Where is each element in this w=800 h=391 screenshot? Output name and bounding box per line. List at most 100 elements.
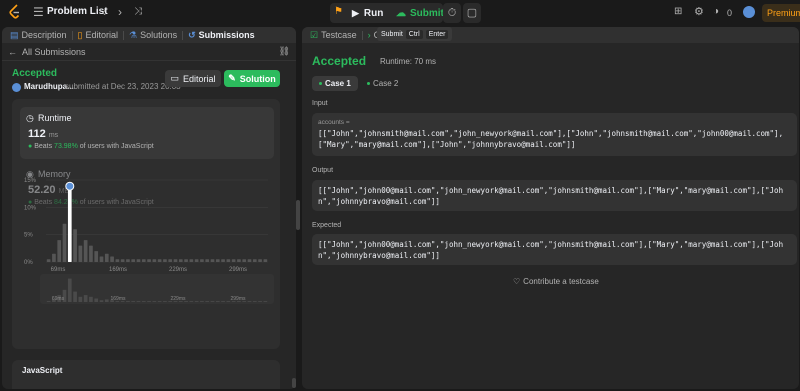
tab-description[interactable]: ▤ Description	[7, 30, 70, 41]
layout-icon[interactable]: ⊞	[674, 5, 682, 19]
chart-bar[interactable]	[221, 259, 225, 262]
premium-button[interactable]: Premium	[762, 4, 800, 22]
tab-testcase[interactable]: ☑ Testcase	[307, 30, 360, 41]
debug-icon[interactable]: ⚑	[334, 5, 343, 19]
link-icon[interactable]: ⛓	[279, 46, 290, 57]
user-avatar[interactable]	[743, 6, 755, 18]
book-icon: ▯	[77, 29, 83, 40]
chart-bar[interactable]	[78, 245, 83, 262]
input-line-2: ["Mary","mary@mail.com"],["John","johnny…	[318, 140, 576, 149]
problem-list-link[interactable]: Problem List	[47, 6, 108, 17]
mini-bar	[147, 301, 151, 302]
left-panel: ▤ Description ▯ Editorial ⚗ Solutions ↺ …	[2, 27, 296, 389]
chart-bar[interactable]	[252, 259, 257, 262]
chart-bar[interactable]	[120, 259, 125, 262]
runtime-title: Runtime	[38, 113, 72, 123]
panel-resize-handle[interactable]	[296, 200, 300, 230]
chart-bar[interactable]	[194, 259, 199, 262]
all-submissions-link[interactable]: All Submissions	[22, 47, 86, 57]
run-button[interactable]: ▶ Run	[346, 3, 389, 23]
chart-bar[interactable]	[215, 259, 220, 262]
chart-bar[interactable]	[83, 240, 88, 262]
runtime-value: 112 ms	[28, 128, 59, 140]
chart-bar[interactable]	[94, 251, 99, 262]
chart-bar[interactable]	[247, 259, 252, 262]
chart-bar[interactable]	[52, 253, 56, 262]
chart-bar[interactable]	[141, 259, 146, 262]
chart-bar[interactable]	[200, 259, 204, 262]
chart-bar[interactable]	[147, 259, 151, 262]
check-icon: ●	[28, 143, 33, 150]
chart-bar[interactable]	[231, 259, 236, 262]
mini-bar	[205, 301, 210, 302]
chart-bar[interactable]	[110, 256, 114, 262]
code-icon: ›	[367, 30, 371, 40]
chart-bar[interactable]	[205, 259, 210, 262]
tab-solutions[interactable]: ⚗ Solutions	[126, 30, 180, 41]
leetcode-logo-icon[interactable]	[8, 4, 22, 20]
runtime-box[interactable]: ◷ Runtime 112 ms ● Beats 73.98% of users…	[20, 107, 274, 159]
editorial-button[interactable]: ▭ Editorial	[165, 70, 221, 87]
description-icon: ▤	[10, 29, 19, 40]
chart-bar[interactable]	[226, 259, 231, 262]
chart-bar[interactable]	[115, 259, 120, 262]
result-runtime: Runtime: 70 ms	[380, 57, 437, 66]
chart-bar[interactable]	[73, 229, 77, 262]
chevron-left-icon[interactable]: ‹	[102, 5, 106, 19]
book-icon: ▭	[170, 73, 179, 83]
expected-line-1: [["John","john00@mail.com","john_newyork…	[318, 240, 784, 249]
chart-bar[interactable]	[99, 256, 104, 262]
chart-bar[interactable]	[237, 259, 241, 262]
mini-bar	[131, 301, 136, 302]
expected-line-2: n","johnnybravo@mail.com"]]	[318, 251, 440, 260]
fire-streak-icon[interactable]: ◑	[713, 5, 719, 19]
chart-bar[interactable]	[57, 240, 62, 262]
runtime-distribution-chart[interactable]: 15% 10% 5% 0% 69ms 169ms 229ms 299ms 69ms 169ms 22…	[16, 172, 276, 322]
chart-bar[interactable]	[136, 259, 141, 262]
history-icon: ↺	[188, 29, 196, 40]
mini-bar	[163, 301, 167, 302]
settings-gear-icon[interactable]: ⚙	[694, 5, 704, 19]
case-1-tab[interactable]: Case 1	[312, 76, 358, 91]
arrow-left-icon[interactable]: ←	[8, 47, 17, 57]
chart-bar[interactable]	[168, 259, 173, 262]
chart-bar[interactable]	[126, 259, 130, 262]
mini-bar	[46, 301, 51, 302]
timer-icon[interactable]: ⏱	[443, 3, 461, 23]
mini-bar	[247, 301, 252, 302]
chart-bar[interactable]	[242, 259, 247, 262]
contribute-testcase-link[interactable]: ♡ Contribute a testcase	[513, 277, 599, 286]
chart-bar[interactable]	[89, 245, 93, 262]
input-variable: accounts =	[318, 119, 350, 126]
chart-bar[interactable]	[163, 259, 167, 262]
chart-bar[interactable]	[104, 253, 109, 262]
tab-submissions[interactable]: ↺ Submissions	[185, 30, 258, 41]
list-icon[interactable]: ☰	[33, 5, 44, 19]
submitted-time: submitted at Dec 23, 2023 20:03	[65, 82, 181, 91]
solution-button[interactable]: ✎ Solution	[224, 70, 280, 87]
chart-bar[interactable]	[157, 259, 162, 262]
tab-editorial[interactable]: ▯ Editorial	[75, 30, 121, 41]
mini-bar	[200, 301, 204, 302]
case-2-tab[interactable]: Case 2	[360, 76, 405, 91]
user-marker-icon	[65, 181, 75, 191]
highlighted-bar[interactable]	[67, 188, 72, 262]
chart-bar[interactable]	[210, 259, 215, 262]
scrollbar[interactable]	[292, 378, 296, 388]
chart-bar[interactable]	[178, 259, 183, 262]
chart-bar[interactable]	[184, 259, 188, 262]
chart-bar[interactable]	[46, 259, 51, 262]
chart-bar[interactable]	[152, 259, 157, 262]
chevron-right-icon[interactable]: ›	[118, 5, 122, 19]
submit-button[interactable]: ☁ Submit	[392, 3, 448, 23]
chart-bar[interactable]	[173, 259, 178, 262]
shuffle-icon[interactable]: ⤨	[134, 5, 142, 19]
mini-bar	[263, 301, 268, 302]
notes-icon[interactable]: ▢	[463, 3, 481, 23]
chart-bar[interactable]	[263, 259, 268, 262]
chart-bar[interactable]	[258, 259, 262, 262]
chart-bar[interactable]	[189, 259, 194, 262]
mini-bar	[78, 296, 83, 302]
chart-bar[interactable]	[62, 223, 67, 262]
chart-bar[interactable]	[131, 259, 136, 262]
